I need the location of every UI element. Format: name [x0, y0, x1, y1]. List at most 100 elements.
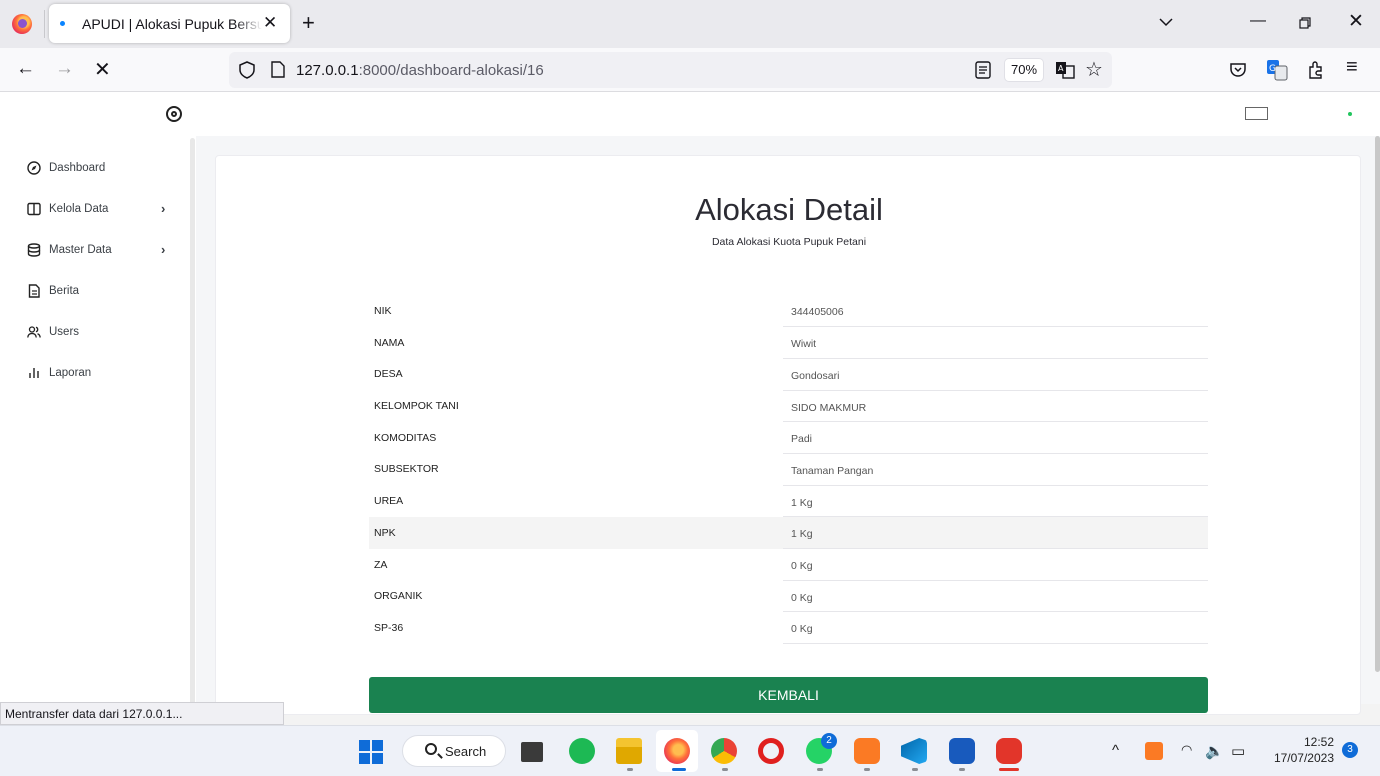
hamburger-menu-icon[interactable]: ≡: [1346, 56, 1358, 79]
table-row: KELOMPOK TANI SIDO MAKMUR: [369, 390, 1208, 423]
row-key: ZA: [374, 558, 388, 571]
app-running-indicator: [959, 768, 965, 771]
battery-icon[interactable]: ▭: [1231, 742, 1245, 760]
screen-recorder-icon[interactable]: [996, 738, 1022, 764]
row-value: 0 Kg: [783, 548, 1208, 581]
notification-badge[interactable]: 3: [1342, 742, 1358, 758]
page-scrollbar[interactable]: [1375, 136, 1380, 672]
row-value: Padi: [783, 421, 1208, 454]
vscode-icon[interactable]: [901, 738, 927, 764]
compass-icon: [27, 161, 41, 175]
tray-xampp-icon[interactable]: [1145, 742, 1163, 760]
chrome-icon[interactable]: [711, 738, 737, 764]
windows-start-icon[interactable]: [359, 740, 383, 764]
loading-dot-icon: [60, 21, 65, 26]
tracking-shield-icon[interactable]: [239, 61, 255, 79]
url-text[interactable]: 127.0.0.1:8000/dashboard-alokasi/16: [296, 62, 544, 79]
file-explorer-icon[interactable]: [616, 738, 642, 764]
opera-icon[interactable]: [758, 738, 784, 764]
minimize-icon[interactable]: —: [1250, 12, 1266, 30]
new-tab-icon[interactable]: +: [302, 10, 315, 36]
zoom-level-button[interactable]: 70%: [1005, 59, 1043, 81]
pocket-icon[interactable]: [1228, 60, 1248, 80]
page-info-icon[interactable]: [271, 61, 285, 78]
tray-overflow-icon[interactable]: ^: [1112, 742, 1119, 759]
row-key: KOMODITAS: [374, 431, 437, 444]
url-bar[interactable]: 127.0.0.1:8000/dashboard-alokasi/16 70% …: [229, 52, 1112, 88]
row-key: SP-36: [374, 621, 404, 634]
browser-status-bar: Mentransfer data dari 127.0.0.1...: [0, 702, 284, 725]
row-value: Tanaman Pangan: [783, 453, 1208, 486]
sidebar-item-dashboard[interactable]: Dashboard: [27, 158, 177, 178]
page-subtitle: Data Alokasi Kuota Pupuk Petani: [711, 236, 867, 248]
restore-icon[interactable]: [1299, 17, 1312, 30]
sidebar-item-users[interactable]: Users: [27, 322, 177, 342]
word-icon[interactable]: [949, 738, 975, 764]
sidebar-item-label: Laporan: [49, 367, 92, 379]
windows-taskbar: Search 2 ^ ◠ 🔈 ▭ 12:52 17/07/2023 3: [0, 725, 1380, 776]
tab-close-icon[interactable]: ✕: [263, 13, 277, 33]
search-label: Search: [445, 744, 487, 759]
row-key: NIK: [374, 305, 392, 317]
sidebar-item-laporan[interactable]: Laporan: [27, 363, 177, 383]
kembali-button[interactable]: KEMBALI: [369, 677, 1208, 713]
url-path: :8000/dashboard-alokasi/16: [358, 62, 544, 79]
svg-text:A: A: [1058, 64, 1064, 73]
reader-view-icon[interactable]: [975, 61, 991, 79]
row-value: SIDO MAKMUR: [783, 390, 1208, 423]
online-status-icon: [1348, 112, 1352, 116]
tab-title: APUDI | Alokasi Pupuk Bersubsidi: [82, 16, 262, 32]
row-value: 344405006: [783, 295, 1208, 328]
system-clock[interactable]: 12:52 17/07/2023: [1262, 734, 1334, 766]
firefox-taskbar-icon[interactable]: [664, 738, 690, 764]
sidebar-item-berita[interactable]: Berita: [27, 281, 177, 301]
tab-separator: [44, 10, 45, 38]
row-value: 1 Kg: [783, 516, 1208, 549]
sidebar-item-label: Users: [49, 326, 80, 338]
main-content: Alokasi Detail Data Alokasi Kuota Pupuk …: [196, 136, 1380, 715]
browser-tab-active[interactable]: APUDI | Alokasi Pupuk Bersubsidi ✕: [49, 4, 290, 43]
translate-extension-icon[interactable]: G: [1266, 59, 1288, 81]
sidebar-toggle-icon[interactable]: [166, 106, 182, 122]
volume-icon[interactable]: 🔈: [1205, 742, 1224, 760]
list-all-tabs-icon[interactable]: [1156, 12, 1176, 32]
svg-text:G: G: [1269, 64, 1276, 74]
taskbar-search-button[interactable]: Search: [402, 735, 506, 767]
row-value: Wiwit: [783, 326, 1208, 359]
task-view-icon[interactable]: [521, 742, 543, 762]
wifi-icon[interactable]: ◠: [1181, 742, 1192, 758]
sidebar: Dashboard Kelola Data › Master Data › Be…: [0, 92, 196, 704]
stop-loading-icon[interactable]: ✕: [94, 57, 111, 82]
app-topbar: [196, 92, 1380, 136]
app-running-indicator: [722, 768, 728, 771]
clock-time: 12:52: [1303, 735, 1334, 749]
table-row: ORGANIK 0 Kg: [369, 580, 1208, 613]
back-arrow-icon[interactable]: ←: [16, 58, 35, 80]
app-running-indicator: [912, 768, 918, 771]
url-host: 127.0.0.1: [296, 62, 359, 79]
translate-icon[interactable]: A: [1055, 60, 1075, 80]
extensions-icon[interactable]: [1306, 59, 1326, 79]
users-icon: [27, 326, 41, 338]
database-icon: [27, 243, 41, 257]
document-icon: [28, 284, 40, 298]
sidebar-item-kelola-data[interactable]: Kelola Data ›: [27, 199, 177, 219]
table-row: NIK 344405006: [369, 295, 1208, 328]
window-close-icon[interactable]: ✕: [1348, 10, 1364, 33]
browser-tab-bar: APUDI | Alokasi Pupuk Bersubsidi ✕ + — ✕: [0, 0, 1380, 48]
spotify-icon[interactable]: [569, 738, 595, 764]
sidebar-scrollbar[interactable]: [190, 138, 195, 704]
xampp-icon[interactable]: [854, 738, 880, 764]
firefox-icon[interactable]: [12, 14, 32, 34]
chevron-right-icon: ›: [161, 201, 166, 216]
table-row: SUBSEKTOR Tanaman Pangan: [369, 453, 1208, 486]
fullscreen-icon[interactable]: [1245, 107, 1268, 120]
sidebar-item-master-data[interactable]: Master Data ›: [27, 240, 177, 260]
bookmark-star-icon[interactable]: ☆: [1085, 57, 1103, 82]
table-row: ZA 0 Kg: [369, 548, 1208, 581]
row-value: 0 Kg: [783, 580, 1208, 613]
row-key: NPK: [374, 526, 396, 539]
table-row: UREA 1 Kg: [369, 485, 1208, 518]
row-value: 0 Kg: [783, 611, 1208, 645]
forward-arrow-icon[interactable]: →: [55, 58, 74, 80]
